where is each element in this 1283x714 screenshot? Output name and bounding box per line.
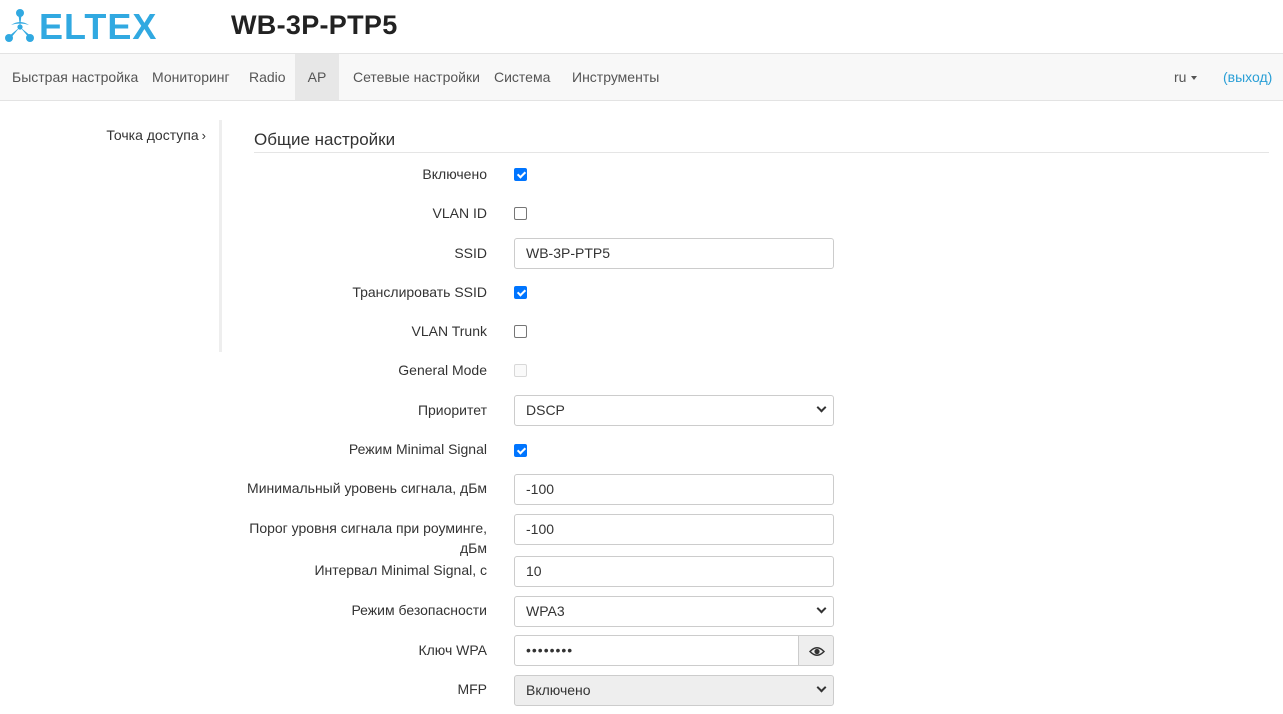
mfp-select-value: Включено bbox=[526, 682, 591, 698]
roaming-threshold-input[interactable]: -100 bbox=[514, 514, 834, 545]
minimal-signal-interval-label: Интервал Minimal Signal, с bbox=[314, 562, 487, 578]
chevron-right-icon: › bbox=[201, 128, 206, 143]
device-title: WB-3P-PTP5 bbox=[231, 10, 398, 40]
brand-bar: ELTEX WB-3P-PTP5 bbox=[0, 0, 1283, 53]
enabled-checkbox[interactable] bbox=[514, 168, 527, 181]
min-signal-level-label: Минимальный уровень сигнала, дБм bbox=[247, 480, 487, 496]
sidebar-item-access-point[interactable]: Точка доступа › bbox=[106, 127, 206, 143]
security-mode-select[interactable]: WPA3 bbox=[514, 596, 834, 627]
nav-tools[interactable]: Инструменты bbox=[560, 54, 671, 100]
nav-monitoring[interactable]: Мониторинг bbox=[140, 54, 242, 100]
ssid-input[interactable]: WB-3P-PTP5 bbox=[514, 238, 834, 269]
chevron-down-icon bbox=[816, 682, 827, 693]
ssid-label: SSID bbox=[454, 245, 487, 261]
roaming-threshold-label-line2: дБм bbox=[460, 540, 487, 556]
caret-down-icon bbox=[1191, 76, 1198, 81]
min-signal-level-input[interactable]: -100 bbox=[514, 474, 834, 505]
nav-ap[interactable]: AP bbox=[295, 54, 339, 100]
language-label: ru bbox=[1174, 69, 1187, 85]
priority-select[interactable]: DSCP bbox=[514, 395, 834, 426]
nav-quick-setup[interactable]: Быстрая настройка bbox=[0, 54, 150, 100]
section-divider bbox=[254, 152, 1269, 153]
section-title: Общие настройки bbox=[254, 130, 396, 149]
wpa-key-group: •••••••• bbox=[514, 635, 834, 666]
eye-icon bbox=[808, 647, 826, 656]
roaming-threshold-label: Порог уровня сигнала при роуминге, дБм bbox=[227, 518, 487, 558]
broadcast-ssid-checkbox[interactable] bbox=[514, 286, 527, 299]
nav-radio[interactable]: Radio bbox=[237, 54, 298, 100]
language-dropdown[interactable]: ru bbox=[1162, 54, 1209, 100]
brand-text: ELTEX bbox=[39, 8, 157, 44]
priority-label: Приоритет bbox=[417, 402, 487, 418]
mfp-select[interactable]: Включено bbox=[514, 675, 834, 706]
roaming-threshold-label-line1: Порог уровня сигнала при роуминге, bbox=[249, 520, 487, 536]
vlan-id-label: VLAN ID bbox=[432, 205, 487, 221]
minimal-signal-mode-checkbox[interactable] bbox=[514, 444, 527, 457]
sidebar: Точка доступа › bbox=[0, 120, 222, 352]
show-password-button[interactable] bbox=[798, 635, 834, 666]
security-mode-select-value: WPA3 bbox=[526, 603, 565, 619]
general-mode-checkbox bbox=[514, 364, 527, 377]
vlan-id-checkbox[interactable] bbox=[514, 207, 527, 220]
wpa-key-input[interactable]: •••••••• bbox=[514, 635, 799, 666]
eltex-logo: ELTEX bbox=[5, 8, 157, 44]
enabled-label: Включено bbox=[422, 166, 487, 182]
main-navbar: Быстрая настройка Мониторинг Radio AP Се… bbox=[0, 53, 1283, 101]
broadcast-ssid-label: Транслировать SSID bbox=[352, 284, 487, 300]
chevron-down-icon bbox=[816, 402, 827, 413]
sidebar-item-label: Точка доступа bbox=[106, 127, 199, 143]
mfp-label: MFP bbox=[457, 681, 487, 697]
logout-link[interactable]: (выход) bbox=[1210, 54, 1283, 100]
vlan-trunk-label: VLAN Trunk bbox=[411, 323, 487, 339]
general-mode-label: General Mode bbox=[398, 362, 487, 378]
vlan-trunk-checkbox[interactable] bbox=[514, 325, 527, 338]
minimal-signal-interval-input[interactable]: 10 bbox=[514, 556, 834, 587]
nav-system[interactable]: Система bbox=[482, 54, 562, 100]
wpa-key-label: Ключ WPA bbox=[418, 642, 487, 658]
nav-network-settings[interactable]: Сетевые настройки bbox=[341, 54, 492, 100]
minimal-signal-mode-label: Режим Minimal Signal bbox=[348, 441, 487, 457]
chevron-down-icon bbox=[816, 603, 827, 614]
priority-select-value: DSCP bbox=[526, 402, 565, 418]
security-mode-label: Режим безопасности bbox=[351, 602, 487, 618]
